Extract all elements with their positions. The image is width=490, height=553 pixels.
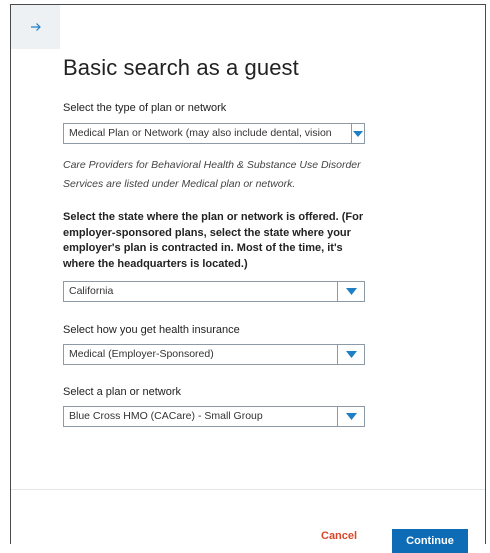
state-dropdown-toggle[interactable]: [337, 282, 364, 301]
insurance-source-value: Medical (Employer-Sponsored): [69, 348, 214, 360]
footer-divider: [11, 489, 485, 490]
guest-search-dialog: Basic search as a guest Select the type …: [10, 4, 486, 553]
cancel-button[interactable]: Cancel: [321, 530, 357, 542]
caret-down-icon: [353, 130, 363, 137]
insurance-source-label: Select how you get health insurance: [63, 324, 240, 336]
continue-button[interactable]: Continue: [392, 529, 468, 553]
state-value: California: [69, 285, 114, 297]
arrow-right-icon: [30, 23, 41, 31]
back-button[interactable]: [11, 5, 60, 49]
plan-type-label: Select the type of plan or network: [63, 102, 227, 114]
plan-select[interactable]: Blue Cross HMO (CACare) - Small Group: [63, 406, 365, 427]
behavioral-health-note: Care Providers for Behavioral Health & S…: [63, 159, 361, 190]
insurance-source-select[interactable]: Medical (Employer-Sponsored): [63, 344, 365, 365]
insurance-source-dropdown-toggle[interactable]: [337, 345, 364, 364]
page-title: Basic search as a guest: [63, 55, 299, 80]
plan-type-select[interactable]: Medical Plan or Network (may also includ…: [63, 123, 365, 144]
state-label: Select the state where the plan or netwo…: [63, 211, 364, 270]
caret-down-icon: [345, 413, 357, 420]
plan-type-dropdown-toggle[interactable]: [351, 124, 364, 143]
plan-type-value: Medical Plan or Network (may also includ…: [69, 127, 332, 139]
plan-value: Blue Cross HMO (CACare) - Small Group: [69, 410, 263, 422]
state-select[interactable]: California: [63, 281, 365, 302]
caret-down-icon: [345, 351, 357, 358]
plan-dropdown-toggle[interactable]: [337, 407, 364, 426]
caret-down-icon: [345, 288, 357, 295]
plan-label: Select a plan or network: [63, 386, 182, 398]
